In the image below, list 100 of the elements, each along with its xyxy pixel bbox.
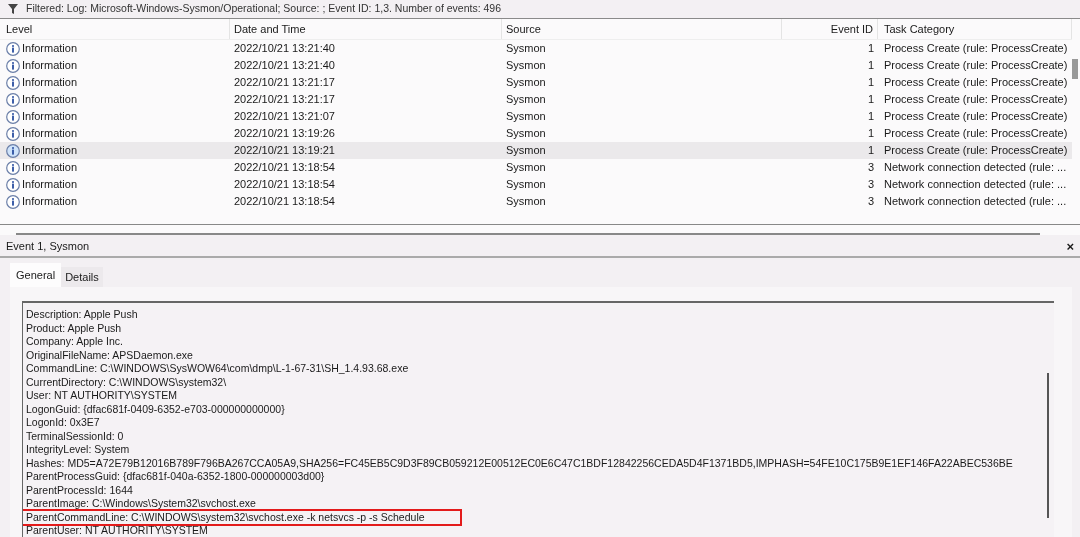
column-header[interactable]: Task Category: [878, 19, 1072, 39]
table-cell-text: 3: [866, 160, 875, 176]
detail-line: TerminalSessionId: 0: [26, 429, 125, 443]
table-cell-text: Information: [22, 75, 78, 91]
table-cell-text: Information: [22, 58, 78, 74]
close-button[interactable]: ×: [1066, 239, 1074, 253]
event-row[interactable]: Information 2022/10/21 13:21:17 Sysmon 1 Process Create (rule: ProcessCreate): [0, 74, 1072, 91]
table-cell-text: Process Create (rule: ProcessCreate): [883, 109, 1069, 125]
table-cell-text: 1: [866, 109, 875, 125]
table-cell-text: Information: [22, 177, 78, 193]
table-cell-text: Network connection detected (rule: ...: [883, 177, 1068, 193]
table-cell-text: Information: [22, 92, 78, 108]
table-cell-text: 2022/10/21 13:18:54: [233, 194, 336, 210]
detail-line: IntegrityLevel: System: [26, 443, 131, 457]
table-cell-text: 2022/10/21 13:19:26: [233, 126, 336, 142]
table-cell-text: 1: [866, 143, 875, 159]
event-row[interactable]: Information 2022/10/21 13:21:40 Sysmon 1 Process Create (rule: ProcessCreate): [0, 57, 1072, 74]
table-cell-text: Network connection detected (rule: ...: [883, 160, 1068, 176]
column-header[interactable]: Level: [0, 19, 230, 39]
column-header[interactable]: Date and Time: [230, 19, 502, 39]
table-cell-text: 1: [866, 41, 875, 57]
table-cell-text: Information: [22, 160, 78, 176]
detail-line: Product: Apple Push: [26, 321, 123, 335]
table-cell-text: Process Create (rule: ProcessCreate): [883, 126, 1069, 142]
table-cell-text: 1: [866, 92, 875, 108]
info-icon: [6, 143, 20, 158]
info-icon: [6, 58, 20, 73]
table-cell-text: 2022/10/21 13:19:21: [233, 143, 336, 159]
info-icon: [6, 92, 20, 107]
detail-line: Company: Apple Inc.: [26, 335, 124, 349]
detail-line: OriginalFileName: APSDaemon.exe: [26, 348, 194, 362]
event-row[interactable]: Information 2022/10/21 13:18:54 Sysmon 3 Network connection detected (rule: ...: [0, 159, 1072, 176]
table-cell-text: Sysmon: [505, 92, 547, 108]
event-row[interactable]: Information 2022/10/21 13:18:54 Sysmon 3 Network connection detected (rule: ...: [0, 176, 1072, 193]
table-cell-text: Information: [22, 143, 78, 159]
detail-line: CurrentDirectory: C:\WINDOWS\system32\: [26, 375, 228, 389]
info-icon: [6, 194, 20, 209]
table-cell-text: Process Create (rule: ProcessCreate): [883, 41, 1069, 57]
table-cell-text: 2022/10/21 13:21:17: [233, 92, 336, 108]
table-cell-text: Sysmon: [505, 160, 547, 176]
table-cell-text: Sysmon: [505, 75, 547, 91]
detail-line: Description: Apple Push: [26, 308, 139, 322]
table-cell-text: 3: [866, 177, 875, 193]
detail-line: LogonId: 0x3E7: [26, 416, 101, 430]
event-row[interactable]: Information 2022/10/21 13:19:21 Sysmon 1 Process Create (rule: ProcessCreate): [0, 142, 1072, 159]
detail-line: LogonGuid: {dfac681f-0409-6352-e703-000000000000}: [26, 402, 286, 416]
event-row[interactable]: Information 2022/10/21 13:21:40 Sysmon 1 Process Create (rule: ProcessCreate): [0, 40, 1072, 57]
table-cell-text: 2022/10/21 13:21:40: [233, 58, 336, 74]
table-cell-text: Process Create (rule: ProcessCreate): [883, 92, 1069, 108]
event-row[interactable]: Information 2022/10/21 13:21:17 Sysmon 1 Process Create (rule: ProcessCreate): [0, 91, 1072, 108]
table-cell-text: Sysmon: [505, 194, 547, 210]
event-row[interactable]: Information 2022/10/21 13:21:07 Sysmon 1 Process Create (rule: ProcessCreate): [0, 108, 1072, 125]
info-icon: [6, 109, 20, 124]
detail-line: ParentProcessId: 1644: [26, 483, 134, 497]
table-cell-text: Process Create (rule: ProcessCreate): [883, 75, 1069, 91]
info-icon: [6, 160, 20, 175]
table-cell-text: 3: [866, 194, 875, 210]
tab[interactable]: General: [10, 263, 62, 287]
info-icon: [6, 177, 20, 192]
detail-line: ParentImage: C:\Windows\System32\svchost.exe: [26, 497, 257, 511]
table-cell-text: Information: [22, 194, 78, 210]
table-cell-text: 2022/10/21 13:18:54: [233, 177, 336, 193]
column-header[interactable]: Source: [502, 19, 782, 39]
table-cell-text: Sysmon: [505, 109, 547, 125]
detail-line: ParentUser: NT AUTHORITY\SYSTEM: [26, 524, 209, 537]
table-cell-text: Information: [22, 41, 78, 57]
column-header[interactable]: Event ID: [782, 19, 878, 39]
table-cell-text: 2022/10/21 13:18:54: [233, 160, 336, 176]
table-cell-text: Information: [22, 109, 78, 125]
table-cell-text: Process Create (rule: ProcessCreate): [883, 143, 1069, 159]
table-cell-text: Sysmon: [505, 58, 547, 74]
detail-line: ParentCommandLine: C:\WINDOWS\system32\svchost.exe -k netsvcs -p -s Schedule: [23, 510, 460, 524]
detail-line: Hashes: MD5=A72E79B12016B789F796BA267CCA05A9,SHA256=FC45EB5C9D3F89CB059212E00512EC0E6C47C1BDF12842256CEDA5D4F1371BD5,IMPHASH=54FE10C175B9E1EF146FA22ABEC536BE: [26, 456, 1014, 470]
scrollbar[interactable]: [1047, 373, 1049, 518]
event-row[interactable]: Information 2022/10/21 13:18:54 Sysmon 3 Network connection detected (rule: ...: [0, 193, 1072, 210]
table-cell-text: Network connection detected (rule: ...: [883, 194, 1068, 210]
info-icon: [6, 75, 20, 90]
table-cell-text: Process Create (rule: ProcessCreate): [883, 58, 1069, 74]
horizontal-scrollbar[interactable]: [16, 233, 1040, 235]
table-cell-text: 1: [866, 58, 875, 74]
detail-line: User: NT AUTHORITY\SYSTEM: [26, 389, 178, 403]
table-cell-text: 1: [866, 126, 875, 142]
table-cell-text: Information: [22, 126, 78, 142]
table-cell-text: 1: [866, 75, 875, 91]
table-cell-text: Sysmon: [505, 143, 547, 159]
scrollbar[interactable]: [1072, 59, 1078, 79]
table-cell-text: 2022/10/21 13:21:40: [233, 41, 336, 57]
filter-description: Filtered: Log: Microsoft-Windows-Sysmon/Operational; Source: ; Event ID: 1,3. Number of events: 496: [26, 1, 502, 17]
table-cell-text: Sysmon: [505, 126, 547, 142]
table-cell-text: Sysmon: [505, 41, 547, 57]
table-cell-text: 2022/10/21 13:21:17: [233, 75, 336, 91]
filter-icon: [8, 4, 18, 14]
table-cell-text: Sysmon: [505, 177, 547, 193]
panel-title: Event 1, Sysmon: [6, 238, 90, 254]
info-icon: [6, 126, 20, 141]
table-cell-text: 2022/10/21 13:21:07: [233, 109, 336, 125]
info-icon: [6, 41, 20, 56]
event-row[interactable]: Information 2022/10/21 13:19:26 Sysmon 1 Process Create (rule: ProcessCreate): [0, 125, 1072, 142]
detail-line: ParentProcessGuid: {dfac681f-040a-6352-1800-000000003d00}: [26, 470, 326, 484]
tab[interactable]: Details: [61, 267, 103, 287]
